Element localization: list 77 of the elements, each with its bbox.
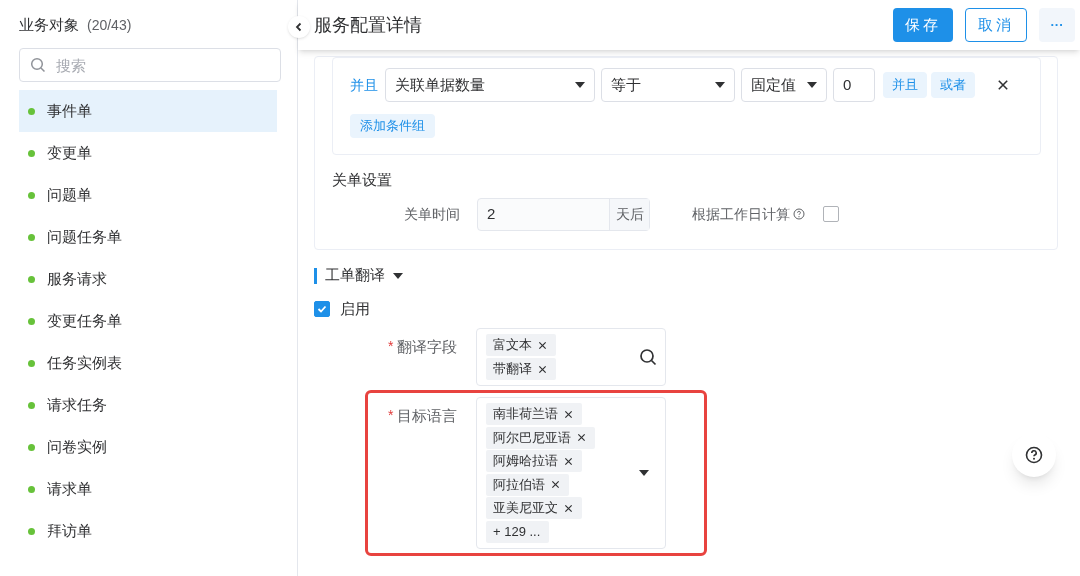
- cancel-button[interactable]: 取消: [965, 8, 1027, 42]
- logic-link[interactable]: 并且: [350, 74, 379, 96]
- close-icon: [538, 364, 547, 374]
- chevron-left-icon: [294, 22, 304, 32]
- close-icon: [577, 433, 586, 442]
- sidebar-item[interactable]: 服务请求: [19, 258, 277, 300]
- required-mark: *: [388, 406, 394, 425]
- search-field[interactable]: 搜索: [19, 48, 281, 82]
- required-mark: *: [388, 337, 394, 356]
- search-icon: [639, 348, 657, 366]
- item-label: 问题单: [47, 184, 92, 205]
- unit-addon: 天后: [609, 198, 649, 230]
- operator-select[interactable]: 等于: [601, 68, 735, 102]
- sidebar-item[interactable]: 问卷实例: [19, 426, 277, 468]
- help-icon: [793, 208, 805, 220]
- tag-text: 带翻译: [493, 360, 532, 379]
- sidebar-item[interactable]: 任务实例表: [19, 342, 277, 384]
- caret-icon: [639, 469, 649, 476]
- tag-text: 南非荷兰语: [493, 405, 558, 424]
- sidebar-item[interactable]: 拜访单: [19, 510, 277, 552]
- field-select[interactable]: 关联单据数量: [385, 68, 595, 102]
- sidebar-item[interactable]: 事件单: [19, 90, 277, 132]
- sidebar-item[interactable]: 变更单: [19, 132, 277, 174]
- remove-button[interactable]: [995, 77, 1011, 93]
- search-icon: [30, 57, 46, 73]
- tag-text: 阿拉伯语: [493, 475, 545, 494]
- field-label: 目标语言: [397, 406, 458, 426]
- panel-title: 业务对象: [19, 15, 79, 35]
- tag-text: 阿姆哈拉语: [493, 452, 558, 471]
- caret-icon: [393, 272, 403, 279]
- check-icon: [317, 303, 327, 314]
- caret-icon: [807, 82, 817, 88]
- close-icon: [564, 409, 573, 419]
- field-label: 翻译字段: [397, 337, 458, 357]
- item-label: 变更单: [47, 142, 92, 163]
- value-input[interactable]: 0: [833, 68, 875, 102]
- value-type-select[interactable]: 固定值: [741, 68, 827, 102]
- caret-icon: [715, 82, 725, 88]
- item-label: 事件单: [47, 100, 92, 121]
- section-title: 工单翻译: [325, 265, 385, 286]
- checkbox[interactable]: [823, 206, 839, 222]
- sidebar-item[interactable]: 变更任务单: [19, 300, 277, 342]
- section-title: 关单设置: [332, 170, 393, 190]
- item-label: 请求任务: [47, 394, 107, 415]
- close-icon: [551, 480, 560, 489]
- item-label: 问题任务单: [47, 226, 122, 247]
- close-icon: [564, 503, 573, 513]
- section-marker: [314, 267, 317, 284]
- item-label: 请求单: [47, 478, 92, 499]
- tag-text: 富文本: [493, 336, 532, 355]
- checkbox[interactable]: [314, 300, 330, 317]
- checkbox-label: 启用: [340, 298, 370, 319]
- language-select[interactable]: 南非荷兰语 阿尔巴尼亚语 阿姆哈拉语 阿拉伯语 亚美尼亚文 + 129 ...: [476, 397, 666, 549]
- time-input[interactable]: 2 天后: [477, 197, 650, 231]
- close-icon: [538, 340, 547, 350]
- item-label: 问卷实例: [47, 436, 107, 457]
- item-label: 任务实例表: [47, 352, 122, 373]
- input-value: 2: [486, 203, 497, 224]
- field-label: 关单时间: [403, 204, 461, 224]
- close-icon: [564, 456, 573, 466]
- caret-icon: [575, 82, 585, 88]
- item-label: 拜访单: [47, 520, 92, 541]
- item-label: 变更任务单: [47, 310, 122, 331]
- tag-text: 阿尔巴尼亚语: [493, 428, 571, 447]
- field-label: 根据工作日计算: [692, 204, 790, 224]
- page-title: 服务配置详情: [314, 13, 423, 37]
- tag-text: 亚美尼亚文: [493, 499, 558, 518]
- close-icon: [997, 79, 1009, 91]
- tag-text: + 129 ...: [493, 522, 541, 541]
- sidebar-item[interactable]: 问题任务单: [19, 216, 277, 258]
- sidebar-item[interactable]: 请求单: [19, 468, 277, 510]
- item-label: 服务请求: [47, 268, 107, 289]
- item-count: (20/43): [87, 16, 132, 35]
- question-icon: [1025, 446, 1043, 464]
- tag-select-field[interactable]: 富文本 带翻译: [476, 328, 666, 386]
- sidebar-item[interactable]: 问题单: [19, 174, 277, 216]
- sidebar-item[interactable]: 请求任务: [19, 384, 277, 426]
